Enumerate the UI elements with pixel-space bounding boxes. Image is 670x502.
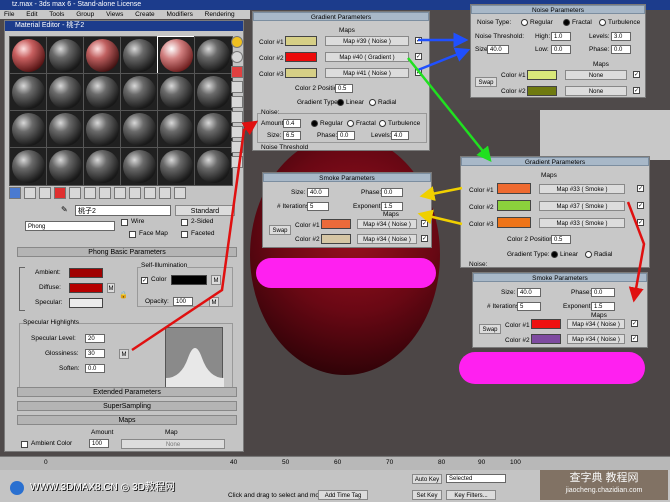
set-key-button[interactable]: Set Key (412, 490, 442, 500)
add-time-tag-button[interactable]: Add Time Tag (318, 490, 368, 500)
status-hint: Click and drag to select and move (228, 492, 326, 499)
annotation-arrows (131, 32, 646, 352)
timeline-tick: 80 (438, 459, 446, 466)
watermark-right: 查字典 教程网 jiaocheng.chazidian.com (540, 470, 668, 500)
selection-dropdown[interactable]: Selected (446, 474, 506, 483)
timeline-tick: 100 (510, 459, 521, 466)
watermark-logo-icon (10, 481, 24, 495)
auto-key-button[interactable]: Auto Key (412, 474, 442, 484)
timeline-tick: 50 (282, 459, 290, 466)
timeline-tick-start: 0 (44, 459, 48, 466)
blue-arrow-map3 (417, 47, 471, 72)
timeline-tick: 60 (334, 459, 342, 466)
timeline[interactable]: 0 40 50 60 70 80 90 100 (0, 456, 670, 470)
red-arrow-glossiness (131, 120, 259, 352)
watermark-left: WWW.3DMAX8.CN ◎ 3D教程网 (10, 480, 175, 496)
key-filters-button[interactable]: Key Filters... (446, 490, 496, 500)
yellow-arrow-color1 (419, 186, 463, 201)
timeline-tick: 40 (230, 459, 238, 466)
red-arrow-smoke (626, 201, 646, 303)
yellow-arrow-color3 (417, 209, 463, 226)
timeline-tick: 90 (478, 459, 486, 466)
timeline-tick: 70 (386, 459, 394, 466)
green-arrow-map2 (407, 57, 492, 162)
